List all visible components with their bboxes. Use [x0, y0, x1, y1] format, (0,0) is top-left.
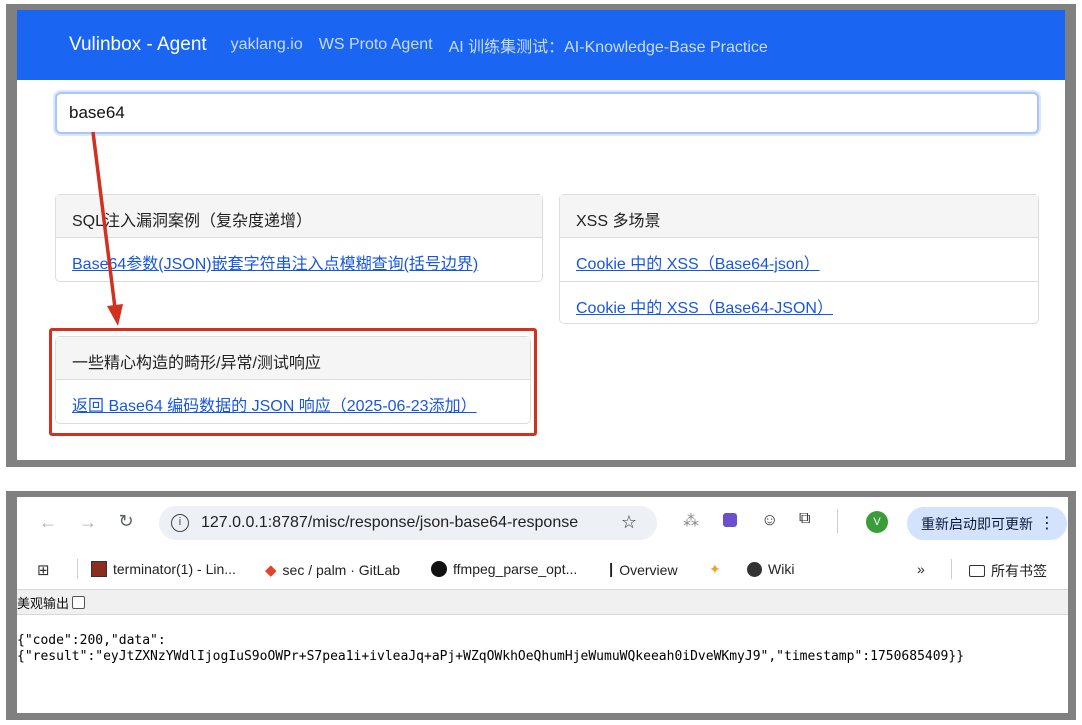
- link-cookie-xss-JSON[interactable]: Cookie 中的 XSS（Base64-JSON）: [576, 300, 833, 317]
- bookmark-ffmpeg[interactable]: ffmpeg_parse_opt...: [431, 561, 577, 577]
- list-item: Cookie 中的 XSS（Base64-JSON）: [560, 282, 1038, 326]
- bookmark-terminator[interactable]: terminator(1) - Lin...: [91, 561, 236, 577]
- bookmark-divider: [77, 559, 78, 579]
- card-xss: XSS 多场景 Cookie 中的 XSS（Base64-json） Cooki…: [559, 194, 1039, 324]
- pretty-print-checkbox[interactable]: [72, 595, 86, 609]
- card-header: SQL注入漏洞案例（复杂度递增）: [56, 195, 542, 238]
- nav-link-ws-proto-agent[interactable]: WS Proto Agent: [319, 36, 433, 54]
- browser-toolbar: ← → ↻ i 127.0.0.1:8787/misc/response/jso…: [17, 497, 1068, 549]
- toolbar-divider: [837, 509, 838, 533]
- restart-update-button[interactable]: 重新启动即可更新 ⋮: [907, 507, 1067, 540]
- bookmark-fox-extension[interactable]: ✦: [709, 561, 727, 578]
- puzzle-extensions-icon[interactable]: ⧉: [799, 510, 810, 528]
- overview-icon: |: [609, 561, 614, 578]
- gitlab-icon: ◆: [265, 562, 277, 579]
- bookmark-label: sec / palm · GitLab: [282, 562, 401, 578]
- wiki-icon: [747, 561, 762, 577]
- address-bar[interactable]: i 127.0.0.1:8787/misc/response/json-base…: [159, 506, 657, 540]
- json-response-body: {"code":200,"data": {"result":"eyJtZXNzY…: [17, 633, 965, 664]
- pretty-print-bar: 美观输出: [17, 589, 1068, 615]
- navbar: Vulinbox - Agent yaklang.io WS Proto Age…: [17, 10, 1065, 80]
- star-icon[interactable]: ☆: [621, 512, 637, 533]
- all-bookmarks-button[interactable]: 所有书签: [969, 561, 1047, 581]
- more-bookmarks-icon[interactable]: »: [917, 561, 925, 577]
- update-label: 重新启动即可更新: [921, 515, 1033, 532]
- card-header: XSS 多场景: [560, 195, 1038, 238]
- apps-grid-icon[interactable]: ⊞: [37, 561, 50, 579]
- url-text: 127.0.0.1:8787/misc/response/json-base64…: [201, 514, 579, 531]
- browser-window: ← → ↻ i 127.0.0.1:8787/misc/response/jso…: [17, 497, 1068, 713]
- search-input[interactable]: [55, 92, 1039, 134]
- bookmark-overview[interactable]: | Overview: [609, 561, 678, 578]
- avatar[interactable]: V: [866, 511, 888, 533]
- bookmark-label: ffmpeg_parse_opt...: [453, 561, 578, 577]
- nav-link-yaklang[interactable]: yaklang.io: [231, 36, 303, 54]
- github-icon: [431, 561, 447, 577]
- folder-icon: [969, 565, 985, 577]
- bookmark-divider: [951, 559, 952, 579]
- brand-link[interactable]: Vulinbox - Agent: [69, 34, 207, 56]
- annotation-highlight-box: [49, 328, 537, 436]
- browser-screenshot-panel: ← → ↻ i 127.0.0.1:8787/misc/response/jso…: [6, 491, 1076, 720]
- forward-arrow-icon[interactable]: →: [77, 512, 99, 533]
- terminator-icon: [91, 561, 107, 577]
- vulinbox-page: Vulinbox - Agent yaklang.io WS Proto Age…: [17, 10, 1065, 460]
- pretty-print-label: 美观输出: [17, 595, 70, 611]
- list-item: Base64参数(JSON)嵌套字符串注入点模糊查询(括号边界): [56, 238, 542, 282]
- bookmark-wiki[interactable]: Wiki: [747, 561, 794, 577]
- back-arrow-icon[interactable]: ←: [37, 512, 59, 533]
- all-bookmarks-label: 所有书签: [991, 563, 1047, 579]
- bookmark-label: terminator(1) - Lin...: [113, 561, 236, 577]
- info-icon[interactable]: i: [171, 514, 189, 532]
- face-extension-icon[interactable]: ☺: [761, 510, 778, 530]
- fox-icon: ✦: [709, 561, 721, 577]
- bookmark-bar: ⊞ terminator(1) - Lin... ◆ sec / palm · …: [17, 549, 1068, 589]
- reload-icon[interactable]: ↻: [115, 511, 137, 532]
- card-sql-injection: SQL注入漏洞案例（复杂度递增） Base64参数(JSON)嵌套字符串注入点模…: [55, 194, 543, 282]
- bookmark-gitlab[interactable]: ◆ sec / palm · GitLab: [265, 561, 400, 579]
- translate-extension-icon[interactable]: ⁂: [683, 511, 699, 531]
- link-cookie-xss-json[interactable]: Cookie 中的 XSS（Base64-json）: [576, 256, 820, 273]
- vulinbox-screenshot-panel: Vulinbox - Agent yaklang.io WS Proto Age…: [6, 4, 1076, 467]
- bookmark-label: Wiki: [768, 561, 795, 577]
- bookmark-label: Overview: [619, 561, 678, 578]
- nav-link-ai-knowledge-base[interactable]: AI 训练集测试：AI-Knowledge-Base Practice: [449, 33, 768, 57]
- list-item: Cookie 中的 XSS（Base64-json）: [560, 238, 1038, 282]
- kebab-menu-icon[interactable]: ⋮: [1039, 513, 1055, 533]
- purple-extension-icon[interactable]: [723, 513, 737, 527]
- link-base64-json-sqli[interactable]: Base64参数(JSON)嵌套字符串注入点模糊查询(括号边界): [72, 256, 478, 273]
